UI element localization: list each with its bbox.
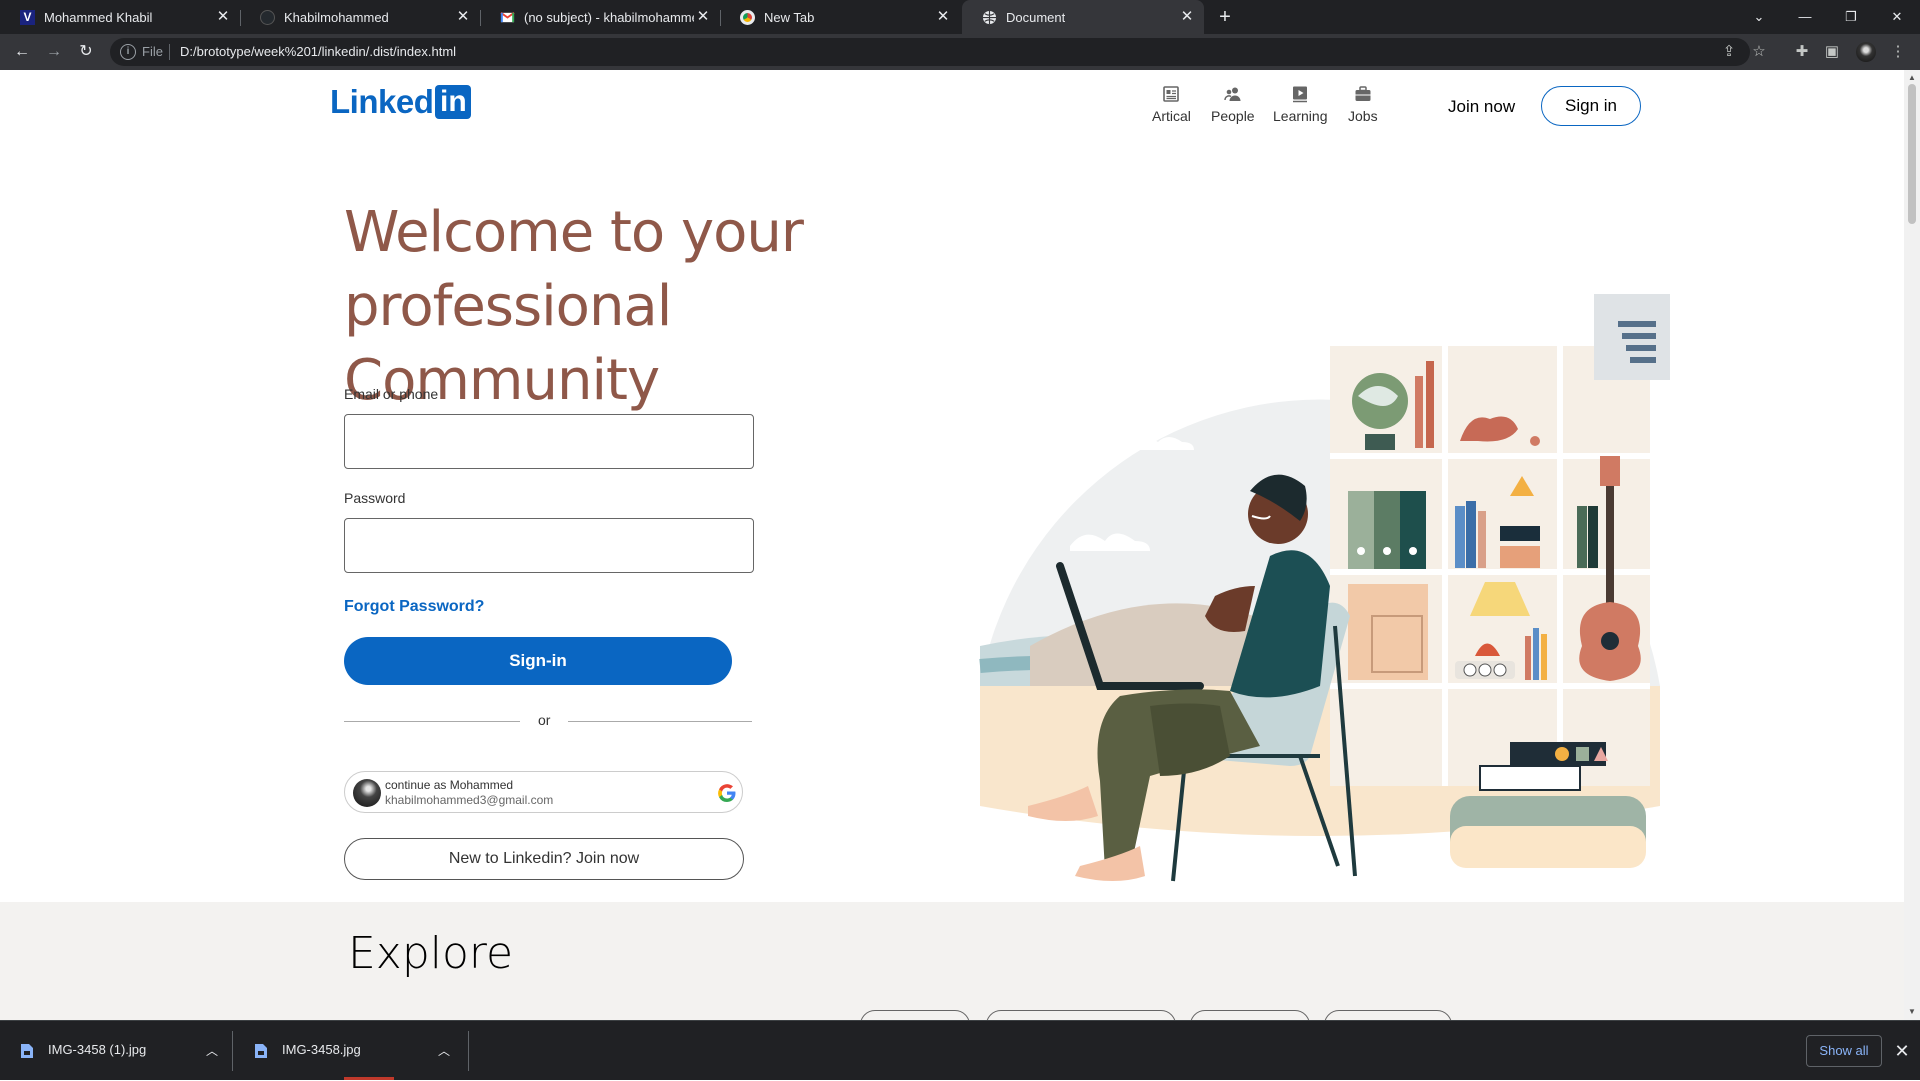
file-icon — [255, 1044, 267, 1058]
or-text: or — [538, 712, 551, 728]
explore-pill-3[interactable] — [1190, 1010, 1310, 1020]
google-account-avatar — [353, 779, 381, 807]
article-icon — [1163, 86, 1180, 102]
download-bar: IMG-3458 (1).jpg ︿ IMG-3458.jpg ︿ Show a… — [0, 1020, 1920, 1080]
tab-close-icon[interactable]: ✕ — [934, 8, 952, 26]
hero-title: Welcome to your professional Community — [344, 196, 964, 418]
forgot-password-link[interactable]: Forgot Password? — [344, 598, 484, 616]
tab-document[interactable]: Document ✕ — [962, 0, 1204, 34]
logo-in-box: in — [435, 85, 472, 119]
tab-search-chevron-icon[interactable]: ⌄ — [1736, 0, 1782, 34]
tab-title: New Tab — [764, 10, 815, 25]
scheme-label: File — [142, 44, 163, 59]
minimize-icon[interactable]: — — [1782, 0, 1828, 34]
forward-arrow-icon[interactable]: → — [42, 40, 66, 64]
close-icon[interactable]: ✕ — [1892, 1041, 1912, 1061]
file-icon — [21, 1044, 33, 1058]
extensions-puzzle-icon[interactable]: ✚ — [1790, 40, 1814, 64]
email-field[interactable] — [344, 414, 754, 469]
omnibox-divider — [169, 44, 170, 60]
tab-close-icon[interactable]: ✕ — [214, 8, 232, 26]
nav-label: Artical — [1152, 108, 1191, 124]
divider-left — [344, 721, 520, 722]
side-panel-icon[interactable]: ▣ — [1820, 40, 1844, 64]
tab-title: (no subject) - khabilmohammed3 — [524, 10, 694, 25]
download-filename: IMG-3458 (1).jpg — [48, 1042, 147, 1057]
tab-close-icon[interactable]: ✕ — [694, 8, 712, 26]
briefcase-icon — [1355, 86, 1371, 101]
v-logo-icon: V — [20, 10, 35, 25]
chevron-up-icon[interactable]: ︿ — [436, 1043, 452, 1059]
google-account-email: khabilmohammed3@gmail.com — [385, 793, 554, 807]
show-all-button[interactable]: Show all — [1806, 1035, 1882, 1067]
share-icon[interactable]: ⇪ — [1717, 40, 1741, 64]
tab-khabilmohammed[interactable]: Khabilmohammed ✕ — [240, 0, 480, 34]
new-tab-plus-icon[interactable]: + — [1213, 5, 1237, 29]
tab-mohammed-khabil[interactable]: V Mohammed Khabil ✕ — [0, 0, 240, 34]
scroll-thumb[interactable] — [1908, 84, 1916, 224]
reload-icon[interactable]: ↻ — [74, 40, 98, 64]
url-text[interactable]: D:/brototype/week%201/linkedin/.dist/ind… — [180, 44, 456, 59]
page-viewport: Linked in Artical People Learning Jobs J… — [0, 70, 1920, 1020]
password-label: Password — [344, 490, 406, 506]
download-item[interactable]: IMG-3458.jpg ︿ — [234, 1021, 466, 1081]
join-now-button[interactable]: New to Linkedin? Join now — [344, 838, 744, 880]
nav-people[interactable]: People — [1211, 84, 1255, 124]
people-icon — [1224, 87, 1241, 101]
hero-illustration — [979, 294, 1670, 882]
address-bar[interactable]: i File D:/brototype/week%201/linkedin/.d… — [110, 38, 1766, 66]
gmail-icon — [500, 12, 515, 23]
info-icon[interactable]: i — [120, 44, 136, 60]
email-label: Email or phone — [344, 386, 439, 402]
bookmark-star-icon[interactable]: ☆ — [1747, 40, 1771, 64]
browser-toolbar: ← → ↻ i File D:/brototype/week%201/linke… — [0, 34, 1920, 70]
explore-title: Explore — [348, 928, 514, 979]
explore-section: Explore — [0, 902, 1904, 1020]
google-g-icon — [718, 784, 736, 802]
restore-icon[interactable]: ❐ — [1828, 0, 1874, 34]
tab-title: Document — [1006, 10, 1066, 25]
kebab-menu-icon[interactable]: ⋮ — [1886, 40, 1910, 64]
download-filename: IMG-3458.jpg — [282, 1042, 361, 1057]
nav-label: People — [1211, 108, 1255, 124]
logo-text: Linked — [330, 83, 434, 120]
google-continue-label: continue as Mohammed — [385, 778, 514, 792]
explore-pill-2[interactable] — [986, 1010, 1176, 1020]
header-sign-in-button[interactable]: Sign in — [1541, 86, 1641, 126]
window-close-icon[interactable]: ✕ — [1874, 0, 1920, 34]
learning-icon — [1293, 86, 1308, 103]
tab-title: Mohammed Khabil — [44, 10, 153, 25]
page-scrollbar[interactable]: ▲ ▼ — [1904, 70, 1920, 1020]
tab-close-icon[interactable]: ✕ — [454, 8, 472, 26]
explore-pill-4[interactable] — [1324, 1010, 1452, 1020]
hero-title-line1: Welcome to your — [344, 200, 804, 265]
chrome-icon — [740, 10, 755, 25]
tab-new-tab[interactable]: New Tab ✕ — [720, 0, 960, 34]
tab-strip: V Mohammed Khabil ✕ Khabilmohammed ✕ (no… — [0, 0, 1920, 34]
github-icon — [260, 10, 275, 25]
nav-label: Jobs — [1348, 108, 1378, 124]
tab-title: Khabilmohammed — [284, 10, 389, 25]
back-arrow-icon[interactable]: ← — [10, 40, 34, 64]
linkedin-logo[interactable]: Linked in — [330, 83, 472, 120]
explore-pill-1[interactable] — [860, 1010, 970, 1020]
divider-right — [568, 721, 752, 722]
google-continue-button[interactable]: continue as Mohammed khabilmohammed3@gma… — [344, 771, 743, 813]
download-item[interactable]: IMG-3458 (1).jpg ︿ — [0, 1021, 232, 1081]
tab-close-icon[interactable]: ✕ — [1178, 8, 1196, 26]
scroll-down-arrow-icon[interactable]: ▼ — [1907, 1007, 1917, 1017]
scroll-up-arrow-icon[interactable]: ▲ — [1907, 73, 1917, 83]
sign-in-submit-button[interactable]: Sign-in — [344, 637, 732, 685]
tab-gmail[interactable]: (no subject) - khabilmohammed3 ✕ — [480, 0, 720, 34]
nav-jobs[interactable]: Jobs — [1348, 84, 1378, 124]
nav-label: Learning — [1273, 108, 1328, 124]
profile-avatar[interactable] — [1856, 42, 1876, 62]
nav-learning[interactable]: Learning — [1273, 84, 1328, 124]
join-now-link[interactable]: Join now — [1448, 97, 1515, 117]
globe-icon — [982, 10, 997, 25]
chevron-up-icon[interactable]: ︿ — [204, 1043, 220, 1059]
nav-artical[interactable]: Artical — [1152, 84, 1191, 124]
password-field[interactable] — [344, 518, 754, 573]
